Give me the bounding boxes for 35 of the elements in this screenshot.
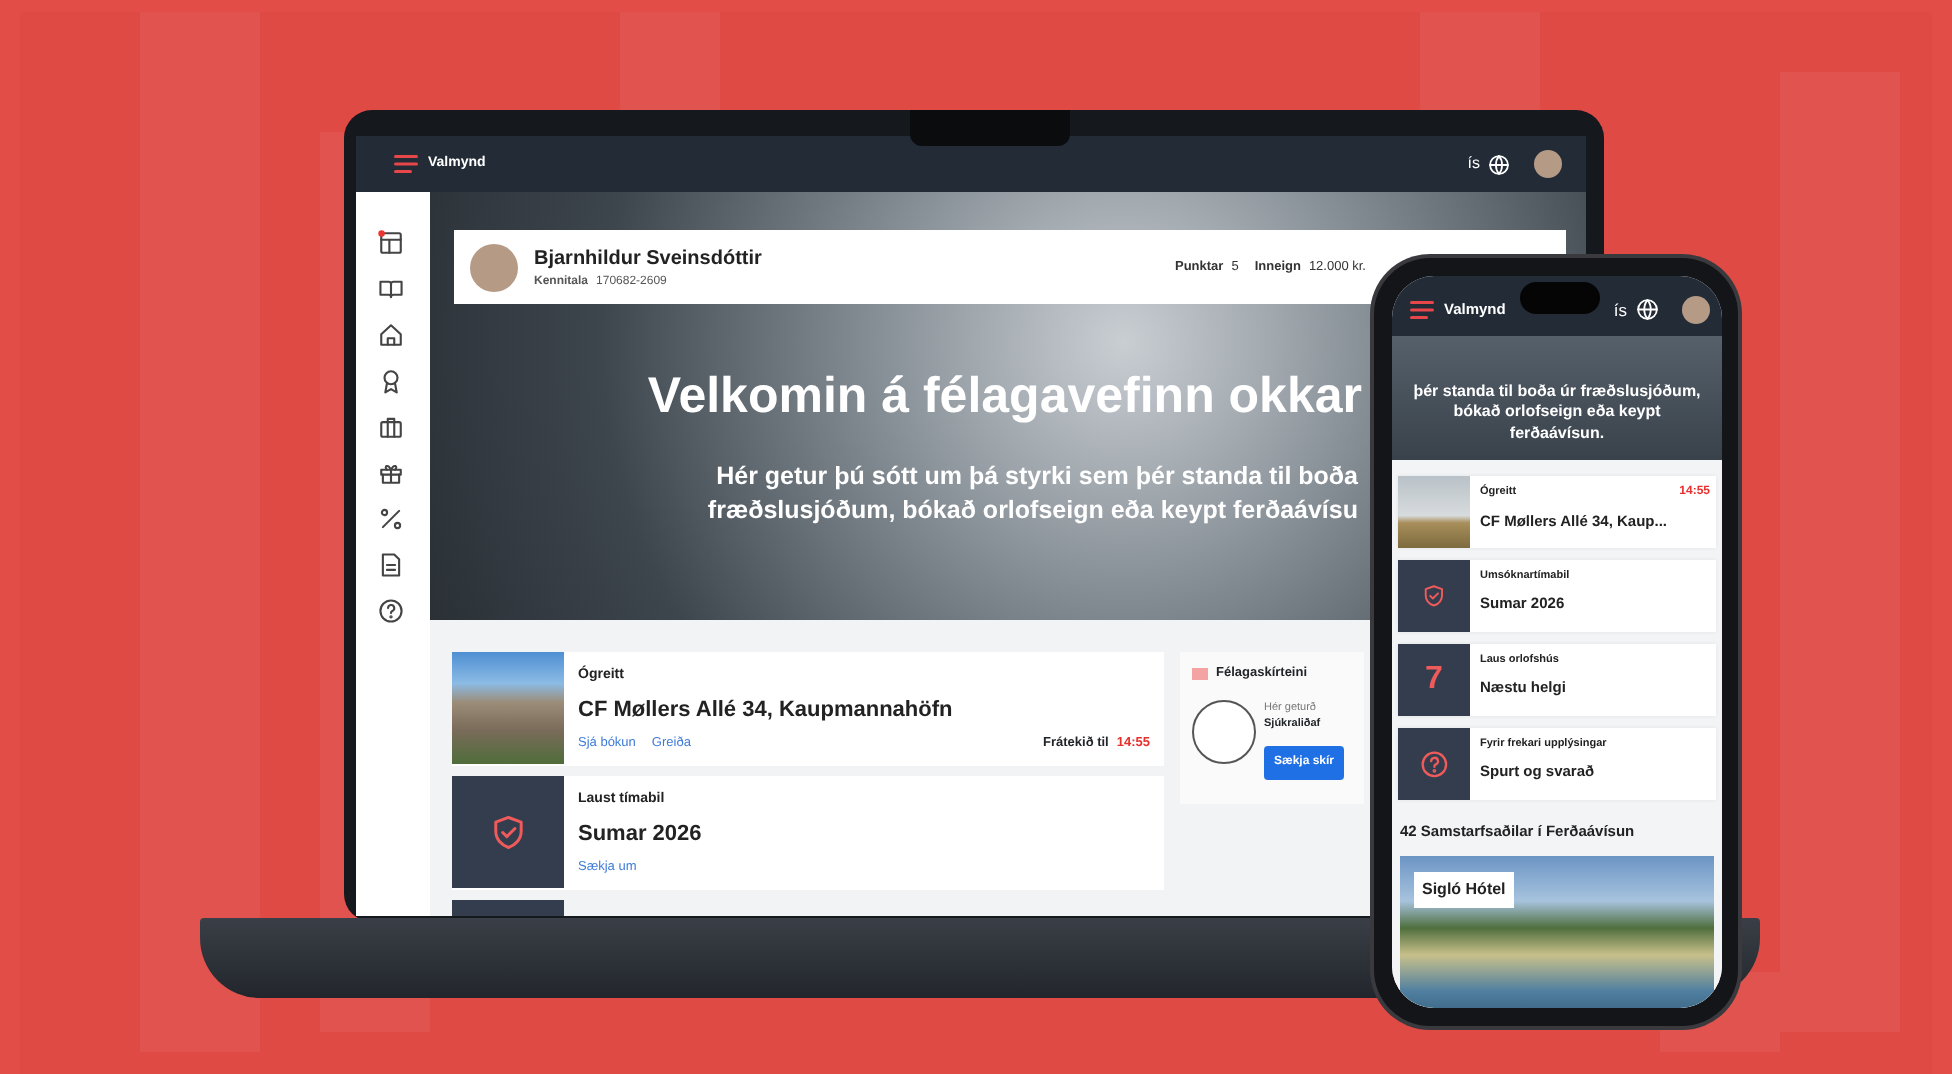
photo-placeholder bbox=[1398, 476, 1470, 548]
shield-check-icon bbox=[489, 813, 527, 851]
language-label[interactable]: ís bbox=[1613, 297, 1627, 323]
dashboard-icon[interactable] bbox=[377, 230, 403, 257]
avatar[interactable] bbox=[1534, 150, 1562, 178]
avatar[interactable] bbox=[1682, 296, 1710, 324]
percent-icon[interactable] bbox=[377, 506, 403, 533]
card-title: CF Møllers Allé 34, Kaupmannahöfn bbox=[578, 695, 955, 725]
hero-text: þér standa til boða úr fræðslusjóðum, bókað orlofseign eða keypt ferðaávísun. bbox=[1392, 336, 1722, 460]
hero-subtitle: fræðslusjóðum, bókað orlofseign eða keypt ferðaávísu bbox=[707, 494, 1358, 528]
photo-placeholder bbox=[452, 652, 564, 764]
document-icon[interactable] bbox=[377, 552, 403, 579]
briefcase-icon[interactable] bbox=[377, 414, 403, 441]
hero-title: Velkomin á félagavefinn okkar bbox=[647, 366, 1362, 428]
hotel-name[interactable]: Sigló Hótel bbox=[1414, 872, 1514, 909]
card-title: Sumar 2026 bbox=[578, 819, 704, 849]
menu-icon[interactable] bbox=[392, 152, 420, 176]
emblem-icon bbox=[1192, 699, 1256, 764]
menu-icon[interactable] bbox=[1408, 298, 1436, 322]
language-label[interactable]: ís bbox=[1467, 152, 1480, 176]
hero-subtitle: Hér getur þú sótt um þá styrki sem þér standa til boða bbox=[716, 459, 1358, 494]
user-name: Bjarnhildur Sveinsdóttir bbox=[534, 245, 762, 273]
help-icon[interactable] bbox=[377, 598, 403, 625]
shield-check-icon bbox=[1422, 584, 1446, 608]
award-icon[interactable] bbox=[377, 368, 403, 395]
camera-notch bbox=[1520, 282, 1600, 314]
help-icon bbox=[1419, 749, 1449, 779]
card-icon bbox=[1192, 667, 1208, 680]
gift-icon[interactable] bbox=[377, 460, 403, 487]
home-icon[interactable] bbox=[377, 322, 403, 349]
count-tile: 7 bbox=[1398, 644, 1470, 716]
book-icon[interactable] bbox=[377, 276, 403, 303]
avatar bbox=[470, 243, 518, 291]
globe-icon[interactable] bbox=[1635, 298, 1658, 322]
globe-icon[interactable] bbox=[1488, 153, 1510, 175]
